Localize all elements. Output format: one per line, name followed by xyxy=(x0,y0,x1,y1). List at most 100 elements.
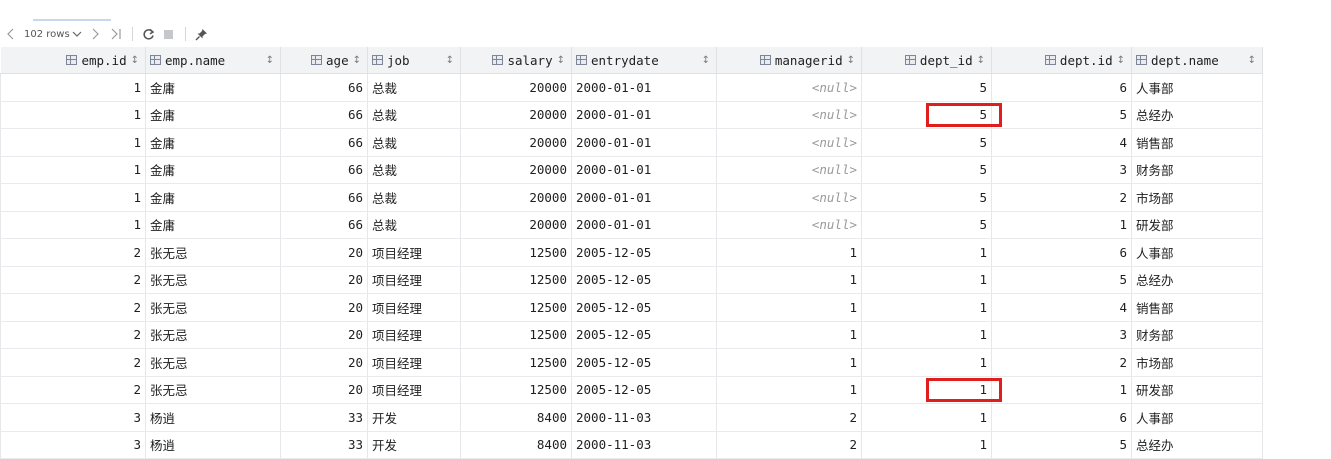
cell-age[interactable]: 20 xyxy=(280,321,368,349)
cell-emp-id[interactable]: 2 xyxy=(0,321,146,349)
cell-dept-id[interactable]: 1 xyxy=(861,238,992,267)
cell-dept-id[interactable]: 6 xyxy=(991,238,1132,267)
rows-count-dropdown[interactable]: 102 rows xyxy=(22,24,84,44)
cell-job[interactable]: 总裁 xyxy=(367,73,461,102)
column-header-emp-id[interactable]: emp.id ↕ xyxy=(0,47,146,74)
cell-age[interactable]: 20 xyxy=(280,238,368,267)
cell-managerid[interactable]: <null> xyxy=(716,128,862,157)
cell-dept-id[interactable]: 4 xyxy=(991,128,1132,157)
cell-entrydate[interactable]: 2000-01-01 xyxy=(571,156,717,184)
cell-dept-id[interactable]: 5 xyxy=(991,431,1132,459)
cell-dept-id[interactable]: 1 xyxy=(861,293,992,322)
cell-dept-id[interactable]: 1 xyxy=(861,348,992,377)
cell-job[interactable]: 总裁 xyxy=(367,211,461,239)
cell-dept-id[interactable]: 1 xyxy=(991,211,1132,239)
pin-icon[interactable] xyxy=(192,24,212,44)
sort-icon[interactable]: ↕ xyxy=(977,55,985,66)
cell-job[interactable]: 总裁 xyxy=(367,183,461,212)
cell-salary[interactable]: 12500 xyxy=(460,376,572,404)
cell-emp-id[interactable]: 1 xyxy=(0,183,146,212)
stop-icon[interactable] xyxy=(159,24,179,44)
cell-managerid[interactable]: 1 xyxy=(716,321,862,349)
cell-salary[interactable]: 12500 xyxy=(460,238,572,267)
cell-emp-name[interactable]: 张无忌 xyxy=(145,266,281,294)
cell-emp-name[interactable]: 张无忌 xyxy=(145,348,281,377)
cell-job[interactable]: 总裁 xyxy=(367,101,461,129)
cell-dept-id[interactable]: 4 xyxy=(991,293,1132,322)
cell-salary[interactable]: 20000 xyxy=(460,183,572,212)
cell-job[interactable]: 开发 xyxy=(367,431,461,459)
sort-icon[interactable]: ↕ xyxy=(702,55,710,66)
cell-dept-name[interactable]: 总经办 xyxy=(1131,266,1263,294)
cell-emp-name[interactable]: 杨逍 xyxy=(145,431,281,459)
cell-emp-name[interactable]: 张无忌 xyxy=(145,293,281,322)
cell-managerid[interactable]: 2 xyxy=(716,431,862,459)
cell-managerid[interactable]: <null> xyxy=(716,183,862,212)
cell-dept-id[interactable]: 1 xyxy=(861,431,992,459)
cell-salary[interactable]: 20000 xyxy=(460,73,572,102)
sort-icon[interactable]: ↕ xyxy=(557,55,565,66)
cell-age[interactable]: 66 xyxy=(280,101,368,129)
cell-age[interactable]: 66 xyxy=(280,73,368,102)
cell-job[interactable]: 项目经理 xyxy=(367,321,461,349)
cell-entrydate[interactable]: 2000-01-01 xyxy=(571,73,717,102)
cell-managerid[interactable]: 1 xyxy=(716,266,862,294)
table-row[interactable]: 1 金庸 66 总裁 20000 2000-01-01 <null> 5 2 市场部 xyxy=(0,183,1263,212)
cell-entrydate[interactable]: 2000-01-01 xyxy=(571,183,717,212)
cell-salary[interactable]: 20000 xyxy=(460,211,572,239)
table-row[interactable]: 2 张无忌 20 项目经理 12500 2005-12-05 1 1 2 市场部 xyxy=(0,348,1263,377)
cell-dept-id[interactable]: 6 xyxy=(991,403,1132,432)
cell-emp-name[interactable]: 金庸 xyxy=(145,156,281,184)
table-row[interactable]: 1 金庸 66 总裁 20000 2000-01-01 <null> 5 3 财务部 xyxy=(0,156,1263,184)
cell-salary[interactable]: 8400 xyxy=(460,431,572,459)
cell-dept-id[interactable]: 3 xyxy=(991,321,1132,349)
cell-dept-id[interactable]: 5 xyxy=(861,183,992,212)
cell-managerid[interactable]: 1 xyxy=(716,238,862,267)
cell-entrydate[interactable]: 2000-01-01 xyxy=(571,211,717,239)
cell-dept-id[interactable]: 5 xyxy=(861,211,992,239)
cell-dept-id[interactable]: 5 xyxy=(861,101,992,129)
chevron-left-icon[interactable] xyxy=(0,24,22,44)
table-row[interactable]: 2 张无忌 20 项目经理 12500 2005-12-05 1 1 1 研发部 xyxy=(0,376,1263,404)
cell-dept-id[interactable]: 1 xyxy=(861,321,992,349)
refresh-icon[interactable] xyxy=(139,24,159,44)
cell-managerid[interactable]: 1 xyxy=(716,376,862,404)
cell-dept-id[interactable]: 5 xyxy=(861,156,992,184)
cell-dept-name[interactable]: 研发部 xyxy=(1131,211,1263,239)
cell-managerid[interactable]: <null> xyxy=(716,101,862,129)
cell-emp-name[interactable]: 张无忌 xyxy=(145,238,281,267)
cell-emp-id[interactable]: 1 xyxy=(0,211,146,239)
cell-dept-id[interactable]: 1 xyxy=(861,403,992,432)
column-header-age[interactable]: age ↕ xyxy=(280,47,368,74)
cell-entrydate[interactable]: 2005-12-05 xyxy=(571,238,717,267)
cell-dept-name[interactable]: 财务部 xyxy=(1131,156,1263,184)
cell-salary[interactable]: 20000 xyxy=(460,128,572,157)
cell-emp-id[interactable]: 2 xyxy=(0,376,146,404)
table-row[interactable]: 2 张无忌 20 项目经理 12500 2005-12-05 1 1 4 销售部 xyxy=(0,293,1263,322)
cell-dept-name[interactable]: 市场部 xyxy=(1131,183,1263,212)
cell-age[interactable]: 20 xyxy=(280,266,368,294)
sort-icon[interactable]: ↕ xyxy=(1248,55,1256,66)
cell-job[interactable]: 项目经理 xyxy=(367,266,461,294)
cell-emp-id[interactable]: 3 xyxy=(0,431,146,459)
cell-dept-id[interactable]: 5 xyxy=(861,73,992,102)
cell-dept-id[interactable]: 2 xyxy=(991,183,1132,212)
cell-job[interactable]: 开发 xyxy=(367,403,461,432)
table-row[interactable]: 2 张无忌 20 项目经理 12500 2005-12-05 1 1 6 人事部 xyxy=(0,238,1263,267)
cell-managerid[interactable]: <null> xyxy=(716,211,862,239)
sort-icon[interactable]: ↕ xyxy=(847,55,855,66)
cell-dept-id[interactable]: 5 xyxy=(861,128,992,157)
cell-entrydate[interactable]: 2000-11-03 xyxy=(571,403,717,432)
cell-dept-id[interactable]: 3 xyxy=(991,156,1132,184)
cell-emp-name[interactable]: 金庸 xyxy=(145,128,281,157)
column-header-salary[interactable]: salary ↕ xyxy=(460,47,572,74)
cell-salary[interactable]: 12500 xyxy=(460,321,572,349)
cell-job[interactable]: 项目经理 xyxy=(367,293,461,322)
column-header-job[interactable]: job ↕ xyxy=(367,47,461,74)
cell-dept-id[interactable]: 5 xyxy=(991,101,1132,129)
cell-job[interactable]: 项目经理 xyxy=(367,238,461,267)
cell-salary[interactable]: 8400 xyxy=(460,403,572,432)
cell-managerid[interactable]: 1 xyxy=(716,293,862,322)
cell-dept-name[interactable]: 人事部 xyxy=(1131,403,1263,432)
table-row[interactable]: 1 金庸 66 总裁 20000 2000-01-01 <null> 5 1 研发部 xyxy=(0,211,1263,239)
